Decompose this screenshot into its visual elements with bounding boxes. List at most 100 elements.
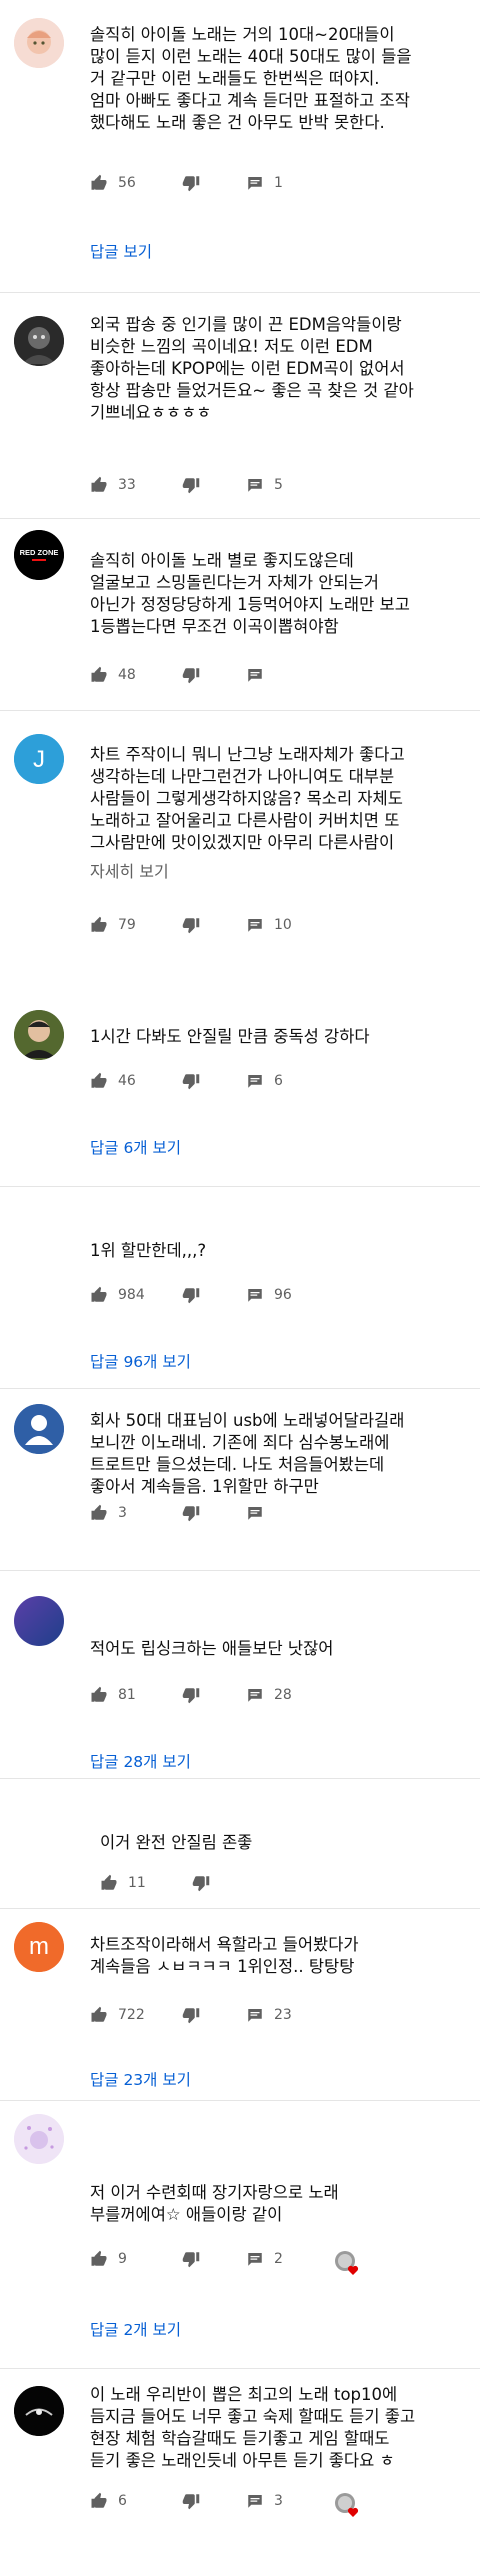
reply-icon	[246, 666, 264, 684]
comment-12: 이 노래 우리반이 뽑은 최고의 노래 top10에 듬지금 들어도 너무 좋고…	[0, 2370, 480, 2565]
like-count: 6	[118, 2493, 127, 2509]
reply-icon	[246, 2250, 264, 2268]
view-replies-link[interactable]: 답글 28개 보기	[90, 1750, 191, 1772]
read-more-link[interactable]: 자세히 보기	[90, 858, 169, 882]
comment-1: 솔직히 아이돌 노래는 거의 10대~20대들이 많이 듣지 이런 노래는 40…	[0, 0, 480, 300]
dislike-button[interactable]	[182, 1072, 200, 1090]
avatar-dark-photo[interactable]	[14, 316, 64, 366]
thumb-down-icon	[182, 2006, 200, 2024]
comment-text: 솔직히 아이돌 노래 별로 좋지도않은데 얼굴보고 스밍돌린다는거 자체가 안되…	[90, 551, 410, 636]
divider	[0, 292, 480, 293]
comment-actions: 722 23	[90, 2006, 462, 2030]
like-button[interactable]: 9	[90, 2250, 127, 2268]
dislike-button[interactable]	[182, 476, 200, 494]
avatar-letter: m	[29, 1933, 49, 1960]
view-replies-link[interactable]: 답글 96개 보기	[90, 1350, 191, 1372]
like-button[interactable]: 11	[100, 1874, 146, 1892]
reply-button[interactable]	[246, 1504, 264, 1522]
reply-icon	[246, 2492, 264, 2510]
comment-actions: 33 5	[90, 476, 462, 500]
comment-7: 회사 50대 대표님이 usb에 노래넣어달라길래 보니깐 이노래네. 기존에 …	[0, 1390, 480, 1570]
thumb-up-icon	[90, 916, 108, 934]
avatar-redzone-logo[interactable]: RED ZONE	[14, 530, 64, 580]
avatar-photo[interactable]	[14, 1010, 64, 1060]
dislike-button[interactable]	[182, 1504, 200, 1522]
avatar-gradient[interactable]	[14, 1596, 64, 1646]
like-button[interactable]: 33	[90, 476, 136, 494]
dislike-button[interactable]	[182, 1286, 200, 1304]
reply-button[interactable]	[246, 666, 264, 684]
dislike-button[interactable]	[182, 2006, 200, 2024]
like-count: 79	[118, 917, 136, 933]
reply-icon	[246, 916, 264, 934]
dislike-button[interactable]	[182, 2250, 200, 2268]
like-button[interactable]: 46	[90, 1072, 136, 1090]
dislike-button[interactable]	[182, 1686, 200, 1704]
reply-icon	[246, 2006, 264, 2024]
reply-button[interactable]: 10	[246, 916, 292, 934]
divider	[0, 1778, 480, 1779]
divider	[0, 518, 480, 519]
comment-actions: 3	[90, 1504, 462, 1528]
reply-icon	[246, 1504, 264, 1522]
avatar-default-person[interactable]	[14, 1404, 64, 1454]
reply-button[interactable]: 28	[246, 1686, 292, 1704]
divider	[0, 1570, 480, 1571]
reply-button[interactable]: 96	[246, 1286, 292, 1304]
avatar-letter-j[interactable]: J	[14, 734, 64, 784]
like-button[interactable]: 722	[90, 2006, 145, 2024]
thumb-up-icon	[100, 1874, 118, 1892]
reply-button[interactable]: 1	[246, 174, 283, 192]
reply-icon	[246, 476, 264, 494]
reply-button[interactable]: 5	[246, 476, 283, 494]
avatar-cartoon[interactable]	[14, 2114, 64, 2164]
thumb-down-icon	[182, 1686, 200, 1704]
reply-button[interactable]: 2	[246, 2250, 283, 2268]
thumb-up-icon	[90, 1286, 108, 1304]
reply-count: 2	[274, 2251, 283, 2267]
comment-actions: 46 6	[90, 1072, 462, 1096]
dislike-button[interactable]	[182, 666, 200, 684]
like-button[interactable]: 6	[90, 2492, 127, 2510]
like-button[interactable]: 3	[90, 1504, 127, 1522]
avatar-dark-logo[interactable]	[14, 2386, 64, 2436]
comment-3: RED ZONE 솔직히 아이돌 노래 별로 좋지도않은데 얼굴보고 스밍돌린다…	[0, 520, 480, 720]
comment-2: 외국 팝송 중 인기를 많이 끈 EDM음악들이랑 비슷한 느낌의 곡이네요! …	[0, 300, 480, 520]
comment-text: 1시간 다봐도 안질릴 만큼 중독성 강하다	[90, 1027, 370, 1046]
divider	[0, 2368, 480, 2369]
avatar-letter: J	[33, 746, 45, 773]
thumb-up-icon	[90, 1686, 108, 1704]
comment-actions: 11	[100, 1874, 462, 1898]
thumb-down-icon	[182, 1072, 200, 1090]
comment-10: m 차트조작이라해서 욕할라고 들어봤다가 계속들음 ㅅㅂㅋㅋㅋ 1위인정.. …	[0, 1910, 480, 2090]
reply-button[interactable]: 6	[246, 1072, 283, 1090]
view-replies-link[interactable]: 답글 2개 보기	[90, 2318, 181, 2340]
like-count: 56	[118, 175, 136, 191]
avatar-baby-photo[interactable]	[14, 18, 64, 68]
reply-button[interactable]: 3	[246, 2492, 283, 2510]
thumb-up-icon	[90, 666, 108, 684]
thumb-down-icon	[182, 1286, 200, 1304]
comment-text: 솔직히 아이돌 노래는 거의 10대~20대들이 많이 듣지 이런 노래는 40…	[90, 25, 412, 132]
like-button[interactable]: 984	[90, 1286, 145, 1304]
like-button[interactable]: 56	[90, 174, 136, 192]
reply-count: 1	[274, 175, 283, 191]
dislike-button[interactable]	[182, 174, 200, 192]
dislike-button[interactable]	[182, 916, 200, 934]
avatar-letter-m[interactable]: m	[14, 1922, 64, 1972]
reply-button[interactable]: 23	[246, 2006, 292, 2024]
thumb-down-icon	[182, 2250, 200, 2268]
like-button[interactable]: 48	[90, 666, 136, 684]
reply-icon	[246, 1686, 264, 1704]
view-replies-link[interactable]: 답글 6개 보기	[90, 1136, 181, 1158]
like-button[interactable]: 79	[90, 916, 136, 934]
thumb-up-icon	[90, 1072, 108, 1090]
view-replies-link[interactable]: 답글 23개 보기	[90, 2068, 191, 2090]
thumb-up-icon	[90, 2006, 108, 2024]
reply-icon	[246, 1286, 264, 1304]
creator-heart-badge	[334, 2250, 360, 2276]
dislike-button[interactable]	[182, 2492, 200, 2510]
dislike-button[interactable]	[192, 1874, 210, 1892]
like-button[interactable]: 81	[90, 1686, 136, 1704]
view-replies-link[interactable]: 답글 보기	[90, 240, 152, 262]
